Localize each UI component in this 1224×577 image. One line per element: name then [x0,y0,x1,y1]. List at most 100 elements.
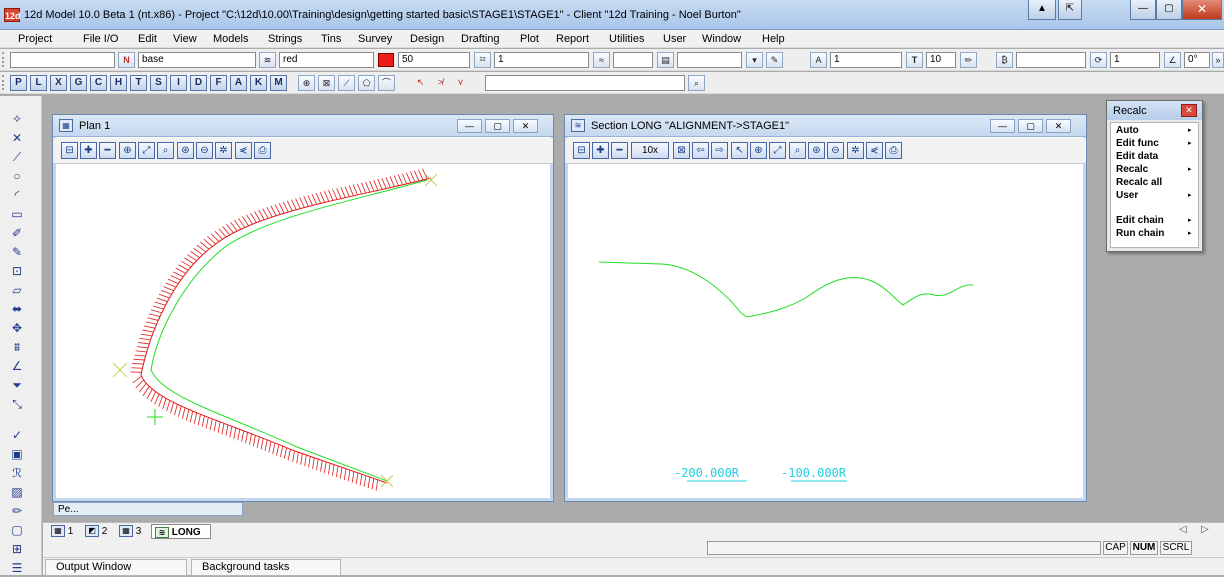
section-title-bar[interactable]: ≋ Section LONG "ALIGNMENT->STAGE1" — ▢ ✕ [565,115,1086,137]
tab-long-section[interactable]: ≋ LONG [151,524,211,539]
line-tool-icon[interactable]: ⟋ [5,148,29,166]
label-tool-icon[interactable]: ℛ [5,464,29,482]
snap-near-icon[interactable]: ≯ [432,75,449,91]
model-field[interactable] [10,52,115,68]
delete-cross-icon[interactable]: ✕ [5,129,29,147]
plan-window[interactable]: ▦ Plan 1 — ▢ ✕ ⊟ ✚ ━ ⊕ ⤢ ⌕ ⊛ ⊖ ✲ ⋞ ⎙ [52,114,554,502]
snap-polygon-icon[interactable]: ⬠ [358,75,375,91]
section-redraw-icon[interactable]: ⊟ [573,142,590,159]
recalc-item-user[interactable]: User▸ [1116,190,1138,201]
level-tool-icon[interactable]: ⩩ [5,338,29,356]
text-size-field[interactable]: 10 [926,52,956,68]
arrow-tool-icon[interactable]: ⤡ [5,395,29,413]
level-field[interactable]: 1 [494,52,589,68]
tab-perspective-2[interactable]: ◩ 2 [85,524,107,539]
section-zoom-extent-icon[interactable]: ⤢ [769,142,786,159]
minimized-window[interactable]: Pe... [53,502,243,516]
section-remove-icon[interactable]: ━ [611,142,628,159]
screen-tool-icon[interactable]: ⊡ [5,262,29,280]
section-profile-icon[interactable]: ⊠ [673,142,690,159]
snap-intersect-icon[interactable]: ⊠ [318,75,335,91]
menu-user[interactable]: User [663,33,686,45]
menu-file-io[interactable]: File I/O [83,33,118,45]
snap-k-button[interactable]: K [250,75,267,91]
locate-field[interactable] [485,75,685,91]
recalc-item-edit-data[interactable]: Edit data [1116,151,1158,162]
pick-pen-icon[interactable]: ✎ [766,52,783,68]
toolbar-grip-2[interactable] [2,75,5,90]
more-icon[interactable]: » [1212,52,1224,68]
tab-scroll-left-icon[interactable]: ◁ [1179,524,1187,535]
snap-h-button[interactable]: H [110,75,127,91]
maximize-button[interactable]: ▢ [1156,0,1182,20]
menu-design[interactable]: Design [410,33,444,45]
help-arrow-icon[interactable]: ▲ [1028,0,1056,20]
snap-p-button[interactable]: P [10,75,27,91]
tab-scroll-right-icon[interactable]: ▷ [1201,524,1209,535]
recalc-item-recalc-all[interactable]: Recalc all [1116,177,1162,188]
symbol-icon[interactable]: ▤ [657,52,674,68]
section-pick-icon[interactable]: ↖ [731,142,748,159]
circle-tool-icon[interactable]: ○ [5,167,29,185]
text-field-b[interactable] [1016,52,1086,68]
panel-tool-icon[interactable]: ▣ [5,445,29,463]
view-add-icon[interactable]: ✚ [80,142,97,159]
restore-tool-icon[interactable]: ⇱ [1058,0,1082,20]
snap-a-button[interactable]: A [230,75,247,91]
menu-models[interactable]: Models [213,33,248,45]
recalc-title-bar[interactable]: Recalc ✕ [1107,101,1202,120]
recalc-item-auto[interactable]: Auto▸ [1116,125,1139,136]
close-button[interactable]: ✕ [1182,0,1222,20]
recalc-close-icon[interactable]: ✕ [1181,104,1197,117]
section-zoom-fit-icon[interactable]: ⊛ [808,142,825,159]
weight-field[interactable]: 50 [398,52,470,68]
linestyle-field[interactable] [613,52,653,68]
view-redraw-icon[interactable]: ⊟ [61,142,78,159]
name-icon[interactable]: N [118,52,135,68]
menu-plot[interactable]: Plot [520,33,539,45]
stack-tool-icon[interactable]: ☰ [5,559,29,577]
zoom-window-icon[interactable]: ⌕ [157,142,174,159]
view-print-icon[interactable]: ⎙ [254,142,271,159]
linestyle-icon[interactable]: ≈ [593,52,610,68]
menu-strings[interactable]: Strings [268,33,302,45]
angle-field[interactable]: 0° [1184,52,1210,68]
snap-m-button[interactable]: M [270,75,287,91]
snap-f-button[interactable]: F [210,75,227,91]
plan-title-bar[interactable]: ▦ Plan 1 — ▢ ✕ [53,115,553,137]
angle-icon[interactable]: ∠ [1164,52,1181,68]
pen-tool-icon[interactable]: ✎ [5,243,29,261]
menu-view[interactable]: View [173,33,197,45]
zoom-fit-icon[interactable]: ⊛ [177,142,194,159]
check-tool-icon[interactable]: ✓ [5,426,29,444]
colour-swatch[interactable] [378,53,394,67]
plan-canvas[interactable] [57,165,549,497]
symbol-field[interactable] [677,52,742,68]
rectangle-tool-icon[interactable]: ▭ [5,205,29,223]
shape-tool-icon[interactable]: ▱ [5,281,29,299]
pencil-icon[interactable]: ✏ [960,52,977,68]
recalc-item-edit-chain[interactable]: Edit chain▸ [1116,215,1164,226]
menu-help[interactable]: Help [762,33,785,45]
snap-point-icon[interactable]: ⊕ [298,75,315,91]
cross-section-icon[interactable]: ⊞ [5,540,29,558]
edit-tool-icon[interactable]: ▨ [5,483,29,501]
section-minimize-button[interactable]: — [990,119,1015,133]
textstyle-2-icon[interactable]: ₿ [996,52,1013,68]
section-zoom-window-icon[interactable]: ⌕ [789,142,806,159]
add-point-icon[interactable]: ✧ [5,110,29,128]
section-zoom-in-icon[interactable]: ⊕ [750,142,767,159]
snap-line-icon[interactable]: ⟋ [338,75,355,91]
section-close-button[interactable]: ✕ [1046,119,1071,133]
zoom-extent-icon[interactable]: ⤢ [138,142,155,159]
output-window-tab[interactable]: Output Window [45,559,187,576]
rotate-icon[interactable]: ⟳ [1090,52,1107,68]
minimize-button[interactable]: — [1130,0,1156,20]
zoom-out-icon[interactable]: ⊖ [196,142,213,159]
arc-tool-icon[interactable]: ◜ [5,186,29,204]
snap-s-button[interactable]: S [150,75,167,91]
snap-off-icon[interactable]: ↖ [412,75,429,91]
level-icon[interactable]: ¹² [474,52,491,68]
search-icon[interactable]: ⌕ [688,75,705,91]
section-maximize-button[interactable]: ▢ [1018,119,1043,133]
